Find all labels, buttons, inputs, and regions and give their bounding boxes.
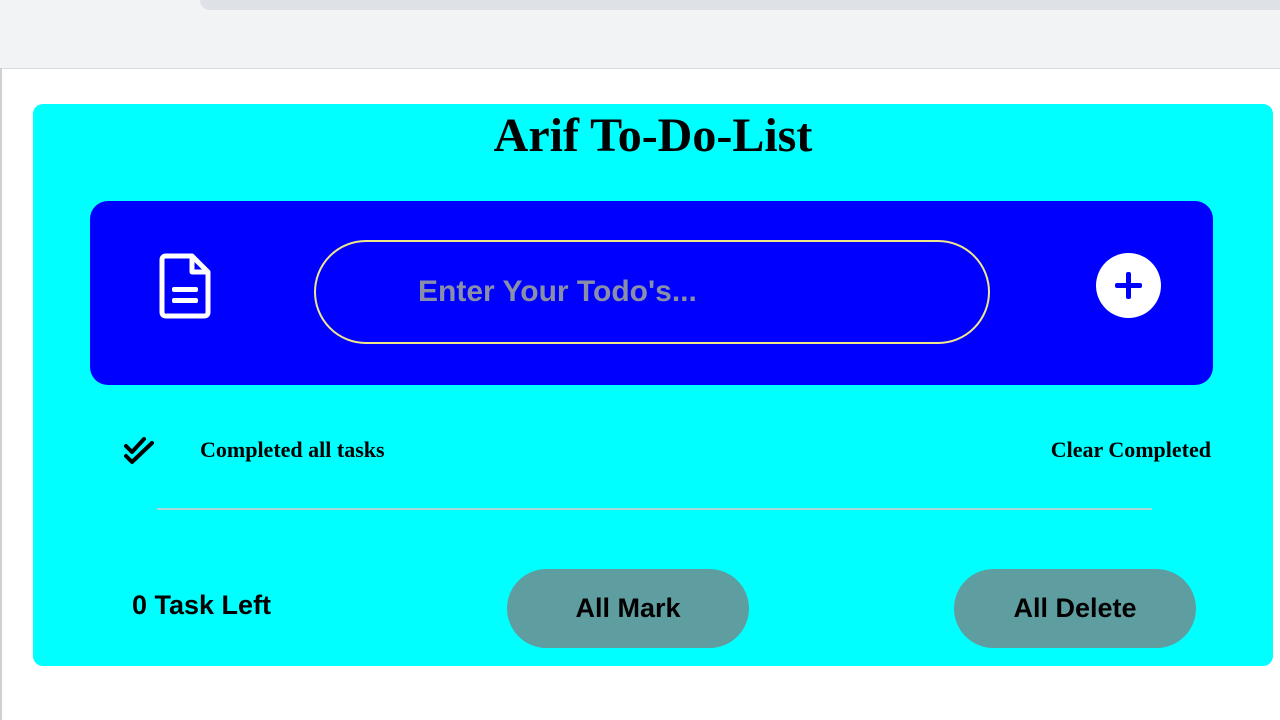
plus-icon: [1115, 272, 1142, 299]
double-check-icon[interactable]: [123, 434, 155, 466]
all-mark-button[interactable]: All Mark: [507, 569, 749, 648]
clear-completed-link[interactable]: Clear Completed: [1051, 435, 1211, 465]
window-edge: [0, 68, 2, 720]
todo-input[interactable]: [314, 240, 990, 344]
file-lines-icon: [159, 253, 211, 319]
todo-input-panel: [90, 201, 1213, 385]
all-delete-button[interactable]: All Delete: [954, 569, 1196, 648]
tasks-left-counter: 0 Task Left: [132, 590, 272, 620]
todo-app-card: Arif To-Do-List Completed all tasks Clea…: [33, 104, 1273, 666]
complete-all-tasks-label[interactable]: Completed all tasks: [200, 435, 385, 465]
page-title: Arif To-Do-List: [493, 109, 813, 162]
browser-toolbar: [0, 0, 1280, 69]
browser-address-strip: [200, 0, 1280, 10]
divider: [157, 508, 1152, 510]
add-todo-button[interactable]: [1096, 253, 1161, 318]
